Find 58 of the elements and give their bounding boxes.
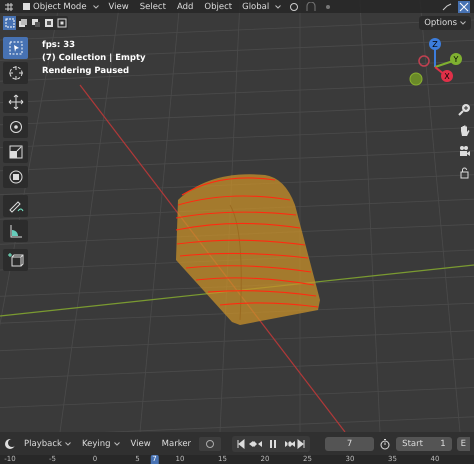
caret-icon xyxy=(275,4,282,8)
menu-item[interactable]: Object xyxy=(201,2,236,12)
selection-mode-button[interactable] xyxy=(16,16,29,30)
annotate-tool-button[interactable] xyxy=(3,195,28,217)
selection-mode-button[interactable] xyxy=(42,16,55,30)
selection-mode-button[interactable] xyxy=(55,16,68,30)
mode-dropdown[interactable]: Object Mode xyxy=(21,2,101,12)
scale-icon xyxy=(8,144,24,160)
cursor-tool-button[interactable] xyxy=(3,62,28,84)
transform-tool-button[interactable] xyxy=(3,166,28,188)
playback-controls[interactable] xyxy=(232,436,310,452)
record-button[interactable] xyxy=(199,436,222,451)
gizmo-toggle-icon[interactable] xyxy=(441,2,453,12)
cursor-icon xyxy=(8,65,24,81)
viewport-info-text: Rendering Paused xyxy=(42,66,130,76)
caret-icon xyxy=(114,442,120,446)
timeline-menu[interactable]: Playback xyxy=(21,438,74,449)
timeline-menu[interactable]: Keying xyxy=(78,438,122,449)
scale-tool-button[interactable] xyxy=(3,141,28,163)
viewport-info-text: (7) Collection | Empty xyxy=(42,53,147,63)
stopwatch-icon[interactable] xyxy=(379,438,392,450)
rotate-tool-button[interactable] xyxy=(3,116,28,138)
move-tool-button[interactable] xyxy=(3,91,28,113)
options-dropdown[interactable]: Options xyxy=(419,16,471,30)
timeline-menu[interactable]: View xyxy=(128,438,154,449)
zoom-icon[interactable] xyxy=(456,101,472,117)
gizmo-axis-label: Y xyxy=(454,55,458,64)
select-icon xyxy=(8,40,24,56)
navigation-gizmo[interactable]: Z Y X xyxy=(404,37,464,95)
snap-icon[interactable] xyxy=(305,2,318,12)
start-frame-field[interactable]: Start 1 xyxy=(396,436,452,451)
add-cube-tool-button[interactable] xyxy=(3,249,28,271)
selection-mode-button[interactable] xyxy=(3,16,16,30)
menu-item[interactable]: Select xyxy=(136,2,169,12)
caret-icon xyxy=(460,21,466,25)
current-frame-field[interactable]: 7 xyxy=(325,436,374,451)
end-frame-field[interactable]: E xyxy=(456,436,470,451)
menu-item[interactable]: View xyxy=(106,2,132,12)
orientation-dropdown[interactable]: Global xyxy=(240,2,284,12)
pivot-icon[interactable] xyxy=(288,2,300,12)
selection-mode-button[interactable] xyxy=(29,16,42,30)
gizmo-axis-label: Z xyxy=(432,40,438,49)
caret-icon xyxy=(92,4,99,8)
caret-icon xyxy=(64,442,71,446)
circle-icon xyxy=(205,438,216,449)
viewport-info-text: fps: 33 xyxy=(42,40,76,50)
add-cube-icon xyxy=(8,252,24,268)
timeline-menu[interactable]: Marker xyxy=(158,438,194,449)
menu-item[interactable]: Add xyxy=(174,2,196,12)
gizmo-axis-label: X xyxy=(444,72,450,81)
select-tool-button[interactable] xyxy=(3,37,28,59)
move-icon xyxy=(8,94,24,110)
rotate-icon xyxy=(8,119,24,135)
transform-icon xyxy=(8,169,24,185)
measure-icon xyxy=(8,223,24,239)
overlay-toggle-icon[interactable] xyxy=(458,0,470,12)
measure-tool-button[interactable] xyxy=(3,220,28,242)
editor-type-icon[interactable] xyxy=(4,2,16,12)
